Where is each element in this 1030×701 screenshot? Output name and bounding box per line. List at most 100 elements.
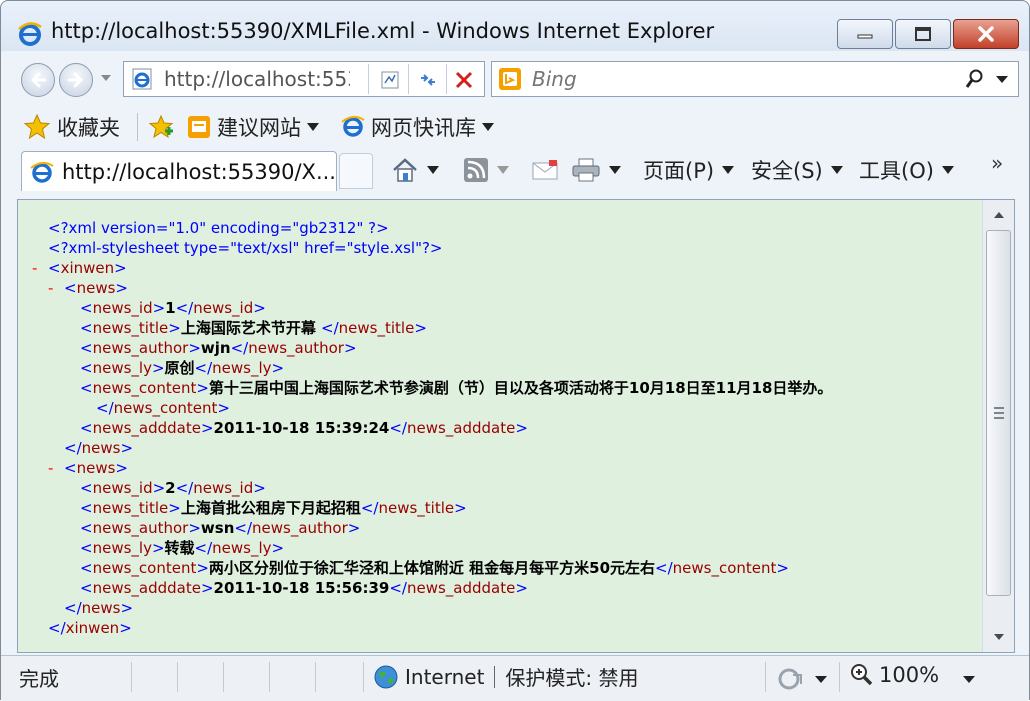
suggested-sites-button[interactable]: 建议网站 <box>187 113 319 141</box>
xml-line: <news_title>上海首批公租房下月起招租</news_title> <box>80 498 467 518</box>
xml-bracket: < <box>80 319 93 337</box>
ie-page-icon <box>30 162 54 183</box>
chevron-down-icon[interactable] <box>815 676 827 683</box>
xml-text-value: 第十三届中国上海国际艺术节参演剧（节）目以及各项活动将于10月18日至11月18… <box>208 379 833 397</box>
xml-line[interactable]: <news> <box>64 458 128 478</box>
home-button[interactable] <box>391 155 439 185</box>
new-tab-button[interactable] <box>339 153 373 189</box>
xml-bracket: </ <box>64 439 82 457</box>
arrow-right-icon <box>67 72 84 88</box>
search-input[interactable] <box>530 65 950 93</box>
chevron-down-icon <box>609 166 621 174</box>
mail-icon <box>532 160 558 180</box>
favorites-label: 收藏夹 <box>57 116 120 140</box>
status-separator <box>765 662 766 692</box>
vertical-scrollbar[interactable] <box>982 200 1014 652</box>
status-separator <box>839 662 840 692</box>
command-bar-overflow-button[interactable]: » <box>991 151 1003 175</box>
xml-tag-name: news_adddate <box>406 419 516 437</box>
address-separator <box>446 64 447 94</box>
xml-bracket: </ <box>655 559 673 577</box>
collapse-toggle-icon[interactable]: - <box>48 458 53 478</box>
zoom-level-button[interactable]: 100% <box>849 662 939 688</box>
collapse-toggle-icon[interactable]: - <box>32 258 37 278</box>
scroll-down-arrow-icon[interactable] <box>994 634 1004 640</box>
xml-tag-name: xinwen <box>60 259 115 277</box>
xml-line: <news_author>wjn</news_author> <box>80 338 357 358</box>
collapse-toggle-icon[interactable]: - <box>48 278 53 298</box>
status-separator <box>363 662 364 692</box>
status-separator <box>269 662 270 692</box>
back-button[interactable] <box>21 63 55 97</box>
xml-bracket: > <box>414 319 427 337</box>
xml-bracket: < <box>80 359 93 377</box>
status-bar: 完成 Internet 保护模式: 禁用 100% <box>1 655 1029 701</box>
xml-line[interactable]: <xinwen> <box>48 258 127 278</box>
xml-bracket: > <box>776 559 789 577</box>
favorites-button[interactable]: 收藏夹 <box>23 113 120 141</box>
xml-tag-name: news_id <box>193 479 254 497</box>
add-favorite-star-icon <box>148 114 174 139</box>
add-on-icon[interactable] <box>777 666 805 692</box>
print-button[interactable] <box>571 155 621 185</box>
xml-processing-instruction: <?xml-stylesheet type="text/xsl" href="s… <box>48 239 443 257</box>
xml-line: <?xml-stylesheet type="text/xsl" href="s… <box>48 238 443 258</box>
recent-pages-dropdown[interactable] <box>101 75 111 81</box>
web-slice-icon <box>341 116 365 137</box>
minimize-button[interactable] <box>837 19 893 49</box>
tab-xmlfile[interactable]: http://localhost:55390/X... <box>21 151 337 191</box>
magnifier-icon <box>965 69 983 88</box>
xml-text-value: 上海首批公租房下月起招租 <box>180 499 361 517</box>
bing-logo-icon <box>499 68 521 90</box>
xml-line: <news_title>上海国际艺术节开幕 </news_title> <box>80 318 427 338</box>
compatibility-view-icon <box>381 71 399 89</box>
scroll-up-arrow-icon[interactable] <box>994 212 1004 218</box>
xml-bracket: < <box>64 279 77 297</box>
xml-bracket: </ <box>230 339 249 357</box>
xml-tag-name: news_content <box>92 379 197 397</box>
xml-line: <news_id>1</news_id> <box>80 298 266 318</box>
xml-bracket: > <box>196 559 209 577</box>
xml-bracket: > <box>119 619 132 637</box>
tools-menu[interactable]: 工具(O) <box>859 155 954 185</box>
stop-button[interactable] <box>450 66 478 94</box>
forward-button[interactable] <box>59 63 93 97</box>
suggested-sites-label: 建议网站 <box>217 116 301 140</box>
security-zone[interactable]: Internet 保护模式: 禁用 <box>373 662 639 691</box>
maximize-button[interactable] <box>895 19 951 49</box>
read-mail-button[interactable] <box>531 155 559 185</box>
address-url[interactable]: http://localhost:55390/XMLFile.xml <box>164 67 350 91</box>
xml-bracket: </ <box>234 519 252 537</box>
address-separator <box>368 64 369 94</box>
xml-bracket: > <box>271 359 285 377</box>
address-bar[interactable]: http://localhost:55390/XMLFile.xml <box>123 61 485 97</box>
scrollbar-thumb[interactable] <box>986 230 1011 596</box>
status-separator <box>315 662 316 692</box>
close-button[interactable] <box>953 19 1019 49</box>
search-options-dropdown[interactable] <box>996 76 1008 83</box>
safety-menu[interactable]: 安全(S) <box>751 155 843 185</box>
tab-row: http://localhost:55390/X... 页面(P) 安全(S) … <box>1 147 1029 191</box>
xml-line[interactable]: <news> <box>64 278 128 298</box>
compatibility-view-button[interactable] <box>376 66 404 94</box>
xml-line: <news_adddate>2011-10-18 15:56:39</news_… <box>80 578 528 598</box>
minimize-icon <box>857 34 873 39</box>
xml-text-value: 上海国际艺术节开幕 <box>180 319 322 337</box>
xml-text-value: 2011-10-18 15:39:24 <box>213 419 390 437</box>
web-slice-gallery-button[interactable]: 网页快讯库 <box>341 113 494 141</box>
xml-line: <news_author>wsn</news_author> <box>80 518 360 538</box>
add-to-favorites-bar-button[interactable] <box>147 113 175 141</box>
status-separator <box>223 662 224 692</box>
feeds-button[interactable] <box>463 155 509 185</box>
page-menu[interactable]: 页面(P) <box>643 155 735 185</box>
xml-tag-name: news_title <box>338 319 415 337</box>
search-button[interactable] <box>962 66 988 92</box>
xml-bracket: > <box>347 519 361 537</box>
chevron-down-icon <box>497 166 509 174</box>
xml-bracket: > <box>151 539 165 557</box>
zoom-dropdown-icon[interactable] <box>963 676 975 683</box>
refresh-button[interactable] <box>414 66 442 94</box>
search-box[interactable] <box>491 61 1019 97</box>
xml-bracket: </ <box>194 359 213 377</box>
xml-bracket: > <box>188 339 201 357</box>
